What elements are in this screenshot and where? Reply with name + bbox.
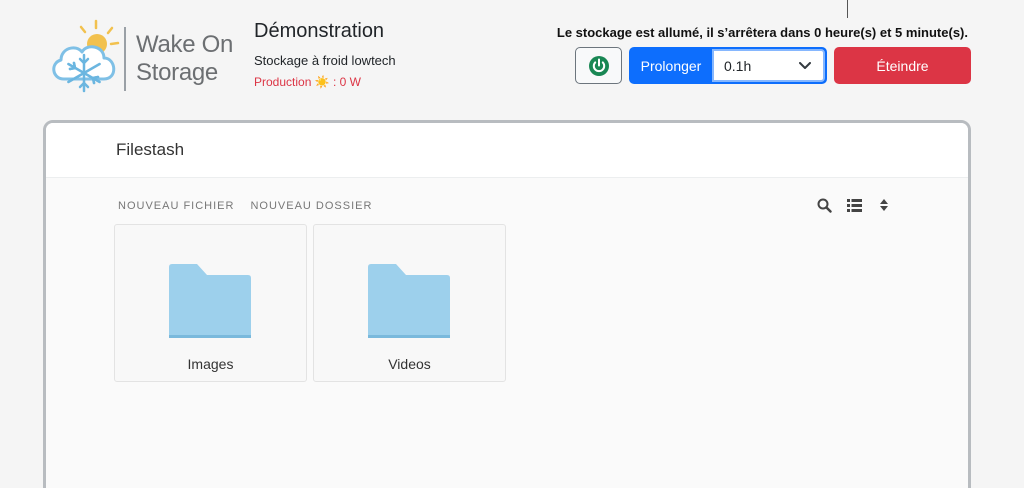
filestash-title: Filestash [116, 140, 185, 159]
power-icon [588, 55, 609, 76]
folder-tile-images[interactable]: Images [114, 224, 307, 382]
filestash-panel: Filestash NOUVEAU FICHIER NOUVEAU DOSSIE… [43, 120, 971, 488]
logo-divider [124, 27, 126, 91]
brand-name-text: Wake On Storage [136, 31, 234, 86]
sort-icon [880, 199, 888, 211]
folder-tile-videos[interactable]: Videos [313, 224, 506, 382]
sort-button[interactable] [875, 196, 893, 214]
file-grid: Images Videos [114, 224, 506, 382]
top-divider-tick [847, 0, 848, 18]
extend-duration-select[interactable]: 0.1h [712, 49, 825, 82]
view-tools [815, 196, 893, 214]
extend-duration-value: 0.1h [724, 57, 752, 74]
page: Wake On Storage Démonstration Stockage à… [0, 0, 1024, 488]
new-folder-button[interactable]: NOUVEAU DOSSIER [250, 200, 372, 212]
extend-label: Prolonger [640, 57, 702, 74]
search-icon [817, 198, 832, 213]
list-view-icon [846, 198, 862, 212]
power-button[interactable] [575, 47, 622, 84]
production-indicator: Production ☀️ : 0 W [254, 75, 361, 89]
search-button[interactable] [815, 196, 833, 214]
folder-icon [169, 264, 251, 338]
new-file-button[interactable]: NOUVEAU FICHIER [118, 200, 234, 212]
folder-name: Images [187, 356, 234, 372]
filestash-header: Filestash [46, 123, 968, 178]
chevron-down-icon [799, 61, 811, 69]
file-toolbar: NOUVEAU FICHIER NOUVEAU DOSSIER [118, 200, 372, 212]
app-title: Démonstration [254, 20, 385, 42]
cloud-snowflake-sun-icon [52, 19, 120, 93]
folder-name: Videos [388, 356, 431, 372]
storage-status-message: Le stockage est allumé, il s’arrêtera da… [556, 25, 968, 40]
wake-on-storage-logo: Wake On Storage [46, 17, 242, 97]
extend-control-group: Prolonger 0.1h [629, 47, 827, 84]
app-subtitle: Stockage à froid lowtech [254, 53, 396, 68]
app-title-block: Démonstration Stockage à froid lowtech P… [254, 19, 396, 90]
list-view-button[interactable] [845, 196, 863, 214]
turn-off-button[interactable]: Éteindre [834, 47, 971, 84]
brand-name: Wake On Storage [136, 31, 240, 87]
folder-icon [368, 264, 450, 338]
